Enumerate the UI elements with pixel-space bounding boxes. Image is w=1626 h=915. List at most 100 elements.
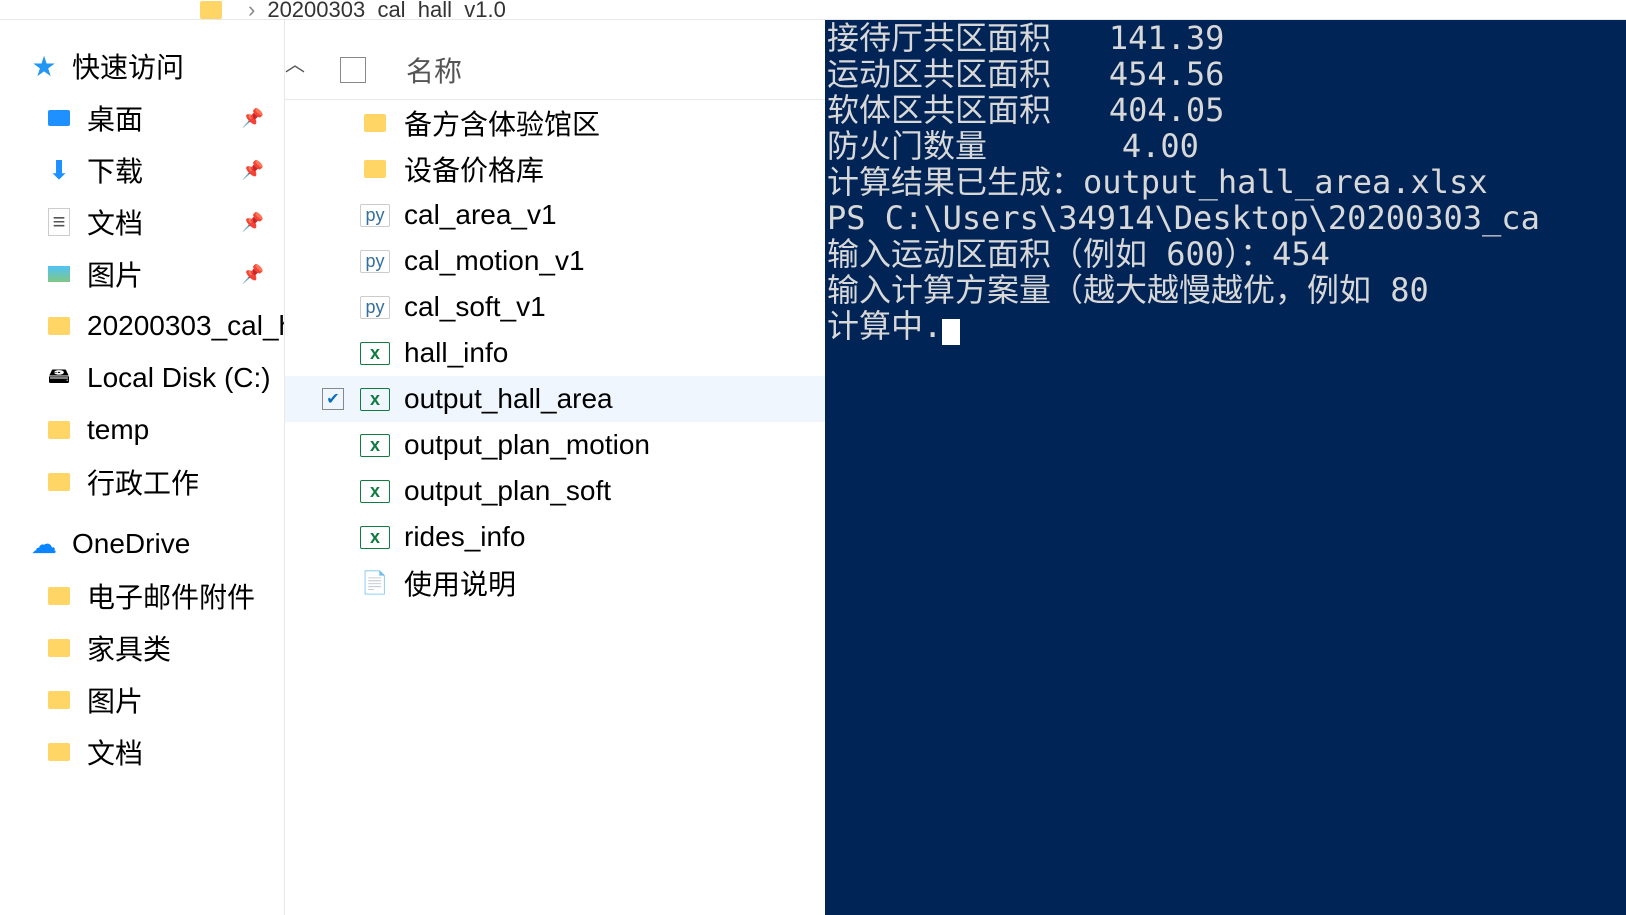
folder-icon — [360, 160, 390, 178]
sidebar-item-Local Disk (C:)[interactable]: 🖴 Local Disk (C:) — [0, 352, 284, 404]
pin-icon: 📌 — [242, 264, 264, 285]
sidebar-item-20200303_cal_h[interactable]: 20200303_cal_h — [0, 300, 284, 352]
sidebar-quick-access-label: 快速访问 — [72, 46, 184, 86]
explorer-pane: ★ 快速访问 桌面 📌 ⬇ 下载 📌 ≡ 文档 📌 图片 📌 20200303_cal_h 🖴 Loca… — [0, 20, 825, 915]
pic-icon — [45, 260, 73, 288]
folder-icon — [45, 468, 73, 496]
file-row[interactable]: ✔ x output_hall_area — [285, 376, 825, 422]
file-list: ︿ 名称 备方含体验馆区设备价格库pycal_area_v1pycal_moti… — [285, 20, 825, 915]
file-row[interactable]: x output_plan_motion — [285, 422, 825, 468]
file-row[interactable]: x output_plan_soft — [285, 468, 825, 514]
sidebar-item-家具类[interactable]: 家具类 — [0, 622, 284, 674]
terminal-input-scheme: 输入计算方案量（越大越慢越优，例如 80 — [827, 272, 1624, 308]
file-name: output_hall_area — [404, 383, 613, 415]
folder-icon — [45, 634, 73, 662]
hdd-icon: 🖴 — [45, 364, 73, 392]
sidebar-item-文档[interactable]: ≡ 文档 📌 — [0, 196, 284, 248]
breadcrumb-folder-icon — [200, 1, 222, 19]
sidebar-item-label: 图片 — [87, 254, 143, 294]
sidebar-onedrive[interactable]: ☁ OneDrive — [0, 518, 284, 570]
sidebar-item-label: 行政工作 — [87, 462, 199, 502]
doc-icon: ≡ — [45, 208, 73, 236]
text-icon: 📄 — [360, 570, 390, 596]
sidebar: ★ 快速访问 桌面 📌 ⬇ 下载 📌 ≡ 文档 📌 图片 📌 20200303_cal_h 🖴 Loca… — [0, 20, 285, 915]
file-name: cal_motion_v1 — [404, 245, 585, 277]
powershell-terminal[interactable]: 接待厅共区面积 141.39运动区共区面积 454.56软体区共区面积 404.… — [825, 20, 1626, 915]
sidebar-item-label: 文档 — [87, 202, 143, 242]
breadcrumb-label[interactable]: 20200303_cal_hall_v1.0 — [267, 0, 506, 20]
sidebar-item-label: 文档 — [87, 732, 143, 772]
sidebar-item-图片[interactable]: 图片 📌 — [0, 248, 284, 300]
file-name: output_plan_soft — [404, 475, 611, 507]
select-all-checkbox[interactable] — [340, 57, 366, 83]
file-row[interactable]: 备方含体验馆区 — [285, 100, 825, 146]
folder-icon — [45, 582, 73, 610]
sidebar-item-label: 图片 — [87, 680, 143, 720]
sidebar-item-下载[interactable]: ⬇ 下载 📌 — [0, 144, 284, 196]
folder-icon — [360, 114, 390, 132]
sidebar-item-文档[interactable]: 文档 — [0, 726, 284, 778]
file-name: hall_info — [404, 337, 508, 369]
sidebar-onedrive-label: OneDrive — [72, 528, 190, 560]
column-name-header[interactable]: 名称 — [406, 50, 462, 90]
desktop-icon — [45, 104, 73, 132]
breadcrumb-sep-icon: › — [248, 0, 255, 20]
excel-icon: x — [360, 434, 390, 457]
folder-icon — [45, 686, 73, 714]
terminal-prompt-path: PS C:\Users\34914\Desktop\20200303_ca — [827, 200, 1624, 236]
file-name: 使用说明 — [404, 563, 516, 603]
excel-icon: x — [360, 342, 390, 365]
excel-icon: x — [360, 526, 390, 549]
sidebar-item-行政工作[interactable]: 行政工作 — [0, 456, 284, 508]
cursor-icon — [942, 319, 960, 345]
excel-icon: x — [360, 388, 390, 411]
chevron-up-icon[interactable]: ︿ — [285, 48, 305, 77]
breadcrumb-bar: › 20200303_cal_hall_v1.0 — [0, 0, 1626, 20]
terminal-input-area: 输入运动区面积（例如 600）：454 — [827, 236, 1624, 272]
folder-icon — [45, 738, 73, 766]
pin-icon: 📌 — [242, 212, 264, 233]
sidebar-quick-access[interactable]: ★ 快速访问 — [0, 40, 284, 92]
sidebar-item-图片[interactable]: 图片 — [0, 674, 284, 726]
file-row[interactable]: py cal_motion_v1 — [285, 238, 825, 284]
list-header: 名称 — [285, 40, 825, 100]
download-icon: ⬇ — [45, 156, 73, 184]
sidebar-item-label: temp — [87, 414, 149, 446]
sidebar-item-电子邮件附件[interactable]: 电子邮件附件 — [0, 570, 284, 622]
python-icon: py — [360, 250, 390, 273]
file-row[interactable]: py cal_area_v1 — [285, 192, 825, 238]
python-icon: py — [360, 204, 390, 227]
sidebar-item-label: Local Disk (C:) — [87, 362, 271, 394]
file-row[interactable]: xrides_info — [285, 514, 825, 560]
sidebar-item-桌面[interactable]: 桌面 📌 — [0, 92, 284, 144]
excel-icon: x — [360, 480, 390, 503]
folder-icon — [45, 312, 73, 340]
row-checkbox[interactable]: ✔ — [322, 388, 344, 410]
file-name: output_plan_motion — [404, 429, 650, 461]
cloud-icon: ☁ — [30, 530, 58, 558]
sidebar-item-label: 桌面 — [87, 98, 143, 138]
folder-icon — [45, 416, 73, 444]
file-row[interactable]: py cal_soft_v1 — [285, 284, 825, 330]
star-icon: ★ — [30, 52, 58, 80]
python-icon: py — [360, 296, 390, 319]
file-row[interactable]: x hall_info — [285, 330, 825, 376]
file-name: cal_soft_v1 — [404, 291, 546, 323]
pin-icon: 📌 — [242, 160, 264, 181]
sidebar-item-label: 电子邮件附件 — [87, 576, 255, 616]
file-row[interactable]: 📄 使用说明 — [285, 560, 825, 606]
terminal-output-line: 软体区共区面积 404.05 — [827, 92, 1624, 128]
file-name: 备方含体验馆区 — [404, 103, 600, 143]
sidebar-item-label: 20200303_cal_h — [87, 310, 284, 342]
sidebar-item-temp[interactable]: temp — [0, 404, 284, 456]
sidebar-item-label: 家具类 — [87, 628, 171, 668]
sidebar-item-label: 下载 — [87, 150, 143, 190]
file-name: 设备价格库 — [404, 149, 544, 189]
file-name: cal_area_v1 — [404, 199, 557, 231]
file-row[interactable]: 设备价格库 — [285, 146, 825, 192]
pin-icon: 📌 — [242, 108, 264, 129]
terminal-output-line: 接待厅共区面积 141.39 — [827, 20, 1624, 56]
terminal-result-msg: 计算结果已生成：output_hall_area.xlsx — [827, 164, 1624, 200]
terminal-output-line: 运动区共区面积 454.56 — [827, 56, 1624, 92]
terminal-output-line: 防火门数量 4.00 — [827, 128, 1624, 164]
